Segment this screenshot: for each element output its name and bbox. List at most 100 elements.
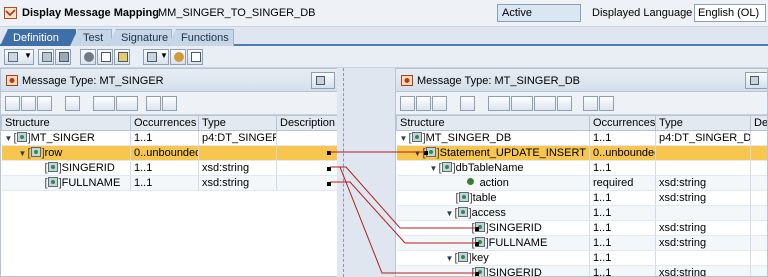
filter-button[interactable] [460, 96, 475, 111]
title-bar: Display Message Mapping MM_SINGER_TO_SIN… [0, 0, 768, 27]
copy-button[interactable] [38, 49, 54, 65]
element-node-icon [16, 132, 27, 142]
expand-button[interactable] [37, 96, 52, 111]
collapse-arrow-icon[interactable]: ▼ [430, 162, 439, 175]
tab-signature[interactable]: Signature [108, 29, 172, 46]
table-row[interactable]: []SINGERID 1..1 xsd:string [396, 265, 767, 276]
collapse-arrow-icon[interactable]: ▼ [414, 147, 423, 160]
node-label: action [479, 177, 509, 189]
table-row[interactable]: []table 1..1 xsd:string [396, 190, 767, 206]
node-label: table [472, 192, 497, 204]
node-label: dbTableName [455, 162, 524, 174]
type-cell: xsd:string [655, 175, 751, 191]
column-header[interactable]: Type [655, 115, 751, 131]
table-button[interactable] [114, 49, 130, 65]
table-row[interactable]: []FULLNAME 1..1 xsd:string [396, 235, 767, 251]
layout-menu-button[interactable]: ▼ [143, 49, 169, 65]
target-panel-menu-button[interactable] [745, 72, 767, 89]
column-header[interactable]: Occurrences [589, 115, 656, 131]
split-icon [191, 52, 201, 62]
table-row[interactable]: ▼[]dbTableName 1..1 [396, 160, 767, 176]
column-header[interactable]: Des [750, 115, 767, 131]
delete-button[interactable] [55, 49, 71, 65]
mapping-name: MM_SINGER_TO_SINGER_DB [158, 7, 316, 19]
node-label: row [44, 147, 63, 159]
tab-functions[interactable]: Functions [168, 29, 234, 46]
display-menu-button[interactable]: ▼ [4, 49, 34, 65]
description-cell [750, 235, 767, 251]
element-node-icon [411, 132, 422, 142]
type-cell: xsd:string [655, 220, 751, 236]
tree-view-button[interactable] [5, 96, 20, 111]
occurrences-cell: 0..unbounded [130, 145, 199, 161]
column-header[interactable]: Type [198, 115, 277, 131]
table-button[interactable] [557, 96, 572, 111]
mapping-anchor-icon [327, 182, 331, 186]
description-cell [750, 220, 767, 236]
message-type-icon [401, 75, 413, 86]
collapse-arrow-icon[interactable]: ▼ [446, 207, 455, 220]
occurrences-cell: 0..unbounded [589, 145, 656, 161]
table-row[interactable]: action required xsd:string [396, 175, 767, 191]
attribute-icon [466, 177, 476, 187]
source-toolbar [1, 92, 337, 115]
find-button[interactable] [583, 96, 598, 111]
tab-test[interactable]: Test [70, 29, 112, 46]
column-header[interactable]: Occurrences [130, 115, 199, 131]
table-row[interactable]: ▼[]key 1..1 [396, 250, 767, 266]
grid-view-button[interactable] [21, 96, 36, 111]
document-button[interactable] [97, 49, 113, 65]
tree-view-button[interactable] [400, 96, 415, 111]
description-cell [750, 130, 767, 146]
find-button[interactable] [146, 96, 161, 111]
move-icon [174, 52, 184, 62]
table-row[interactable]: []SINGERID 1..1 xsd:string [396, 220, 767, 236]
tab-definition[interactable]: Definition [0, 29, 76, 46]
occurrences-cell: 1..1 [589, 250, 656, 266]
collapse-arrow-icon[interactable]: ▼ [5, 132, 14, 145]
target-panel-header: Message Type: MT_SINGER_DB [396, 69, 767, 92]
export-button[interactable] [599, 96, 614, 111]
table-row[interactable]: ▼[]access 1..1 [396, 205, 767, 221]
split-button[interactable] [187, 49, 203, 65]
collapse-arrow-icon[interactable]: ▼ [446, 252, 455, 265]
table-row-selected[interactable]: ▼[]Statement_UPDATE_INSERT 0..unbounded [396, 145, 767, 161]
mapping-anchor-icon [424, 151, 428, 155]
language-select[interactable]: English (OL) [694, 4, 766, 22]
node-label: MT_SINGER_DB [425, 132, 512, 144]
table-row-selected[interactable]: ▼[]row 0..unbounded [1, 145, 337, 161]
occurrences-cell: 1..1 [130, 160, 199, 176]
node-label: MT_SINGER [30, 132, 95, 144]
grid-view-button[interactable] [416, 96, 431, 111]
column-header[interactable]: Structure [1, 115, 131, 131]
window-icon [8, 52, 18, 62]
node-label: key [471, 252, 489, 264]
occurrences-cell: 1..1 [589, 235, 656, 251]
source-panel: Message Type: MT_SINGER Structure Occurr… [0, 68, 338, 277]
filter-menu-button[interactable] [116, 96, 138, 111]
filter-button[interactable] [65, 96, 80, 111]
dependency-button[interactable] [93, 96, 115, 111]
type-cell [655, 250, 751, 266]
settings-button[interactable] [80, 49, 96, 65]
expand-button[interactable] [432, 96, 447, 111]
dependency-button[interactable] [488, 96, 510, 111]
collapse-arrow-icon[interactable]: ▼ [400, 132, 409, 145]
table-row[interactable]: ▼[]MT_SINGER_DB 1..1 p4:DT_SINGER_DB [396, 130, 767, 146]
filter-menu-button[interactable] [511, 96, 533, 111]
export-button[interactable] [162, 96, 177, 111]
column-header[interactable]: Description [276, 115, 337, 131]
panel-splitter[interactable] [337, 68, 395, 277]
occurrences-cell: 1..1 [130, 130, 199, 146]
collapse-arrow-icon[interactable]: ▼ [19, 147, 28, 160]
type-cell [655, 145, 751, 161]
table-row[interactable]: ▼[]MT_SINGER 1..1 p4:DT_SINGER [1, 130, 337, 146]
page-title: Display Message Mapping [22, 7, 159, 19]
move-button[interactable] [170, 49, 186, 65]
occurrences-cell: 1..1 [589, 265, 656, 276]
table-row[interactable]: []SINGERID 1..1 xsd:string [1, 160, 337, 176]
table-row[interactable]: []FULLNAME 1..1 xsd:string [1, 175, 337, 191]
source-panel-menu-button[interactable] [311, 72, 335, 89]
column-header[interactable]: Structure [396, 115, 590, 131]
display-menu-button[interactable] [534, 96, 556, 111]
